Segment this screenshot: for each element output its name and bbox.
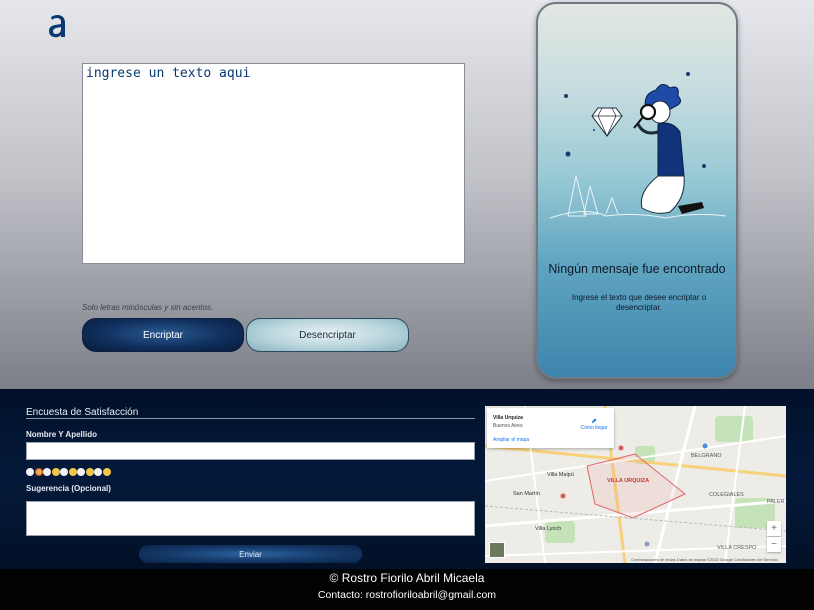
map-label: VILLA CRESPO [717,545,757,551]
rating-selector[interactable] [26,468,111,476]
rating-option-9[interactable] [94,468,102,476]
survey-title: Encuesta de Satisfacción [26,407,139,418]
map-label: San Martín [513,491,540,497]
rating-option-3[interactable] [43,468,51,476]
rating-option-6[interactable] [68,468,77,476]
map-directions-button[interactable]: ⬈ Cómo llegar [580,417,608,431]
map-label: VILLA URQUIZA [607,478,650,484]
author-credit: © Rostro Fiorilo Abril Micaela [329,571,485,585]
rating-option-4[interactable] [51,468,60,476]
rating-option-1[interactable] [26,468,34,476]
rating-option-7[interactable] [77,468,85,476]
map-attribution: Combinaciones de teclas Datos de mapas ©… [631,557,778,562]
map-zoom-in-button[interactable]: + [767,521,781,536]
contact-email: Contacto: rostrofioriloabril@gmail.com [317,589,497,601]
decrypt-button[interactable]: Desencriptar [246,318,409,352]
panel-title: Ningún mensaje fue encontrado [548,262,726,276]
alura-logo [49,15,65,38]
suggestion-field[interactable] [26,501,475,536]
rating-option-5[interactable] [60,468,68,476]
location-map[interactable]: Villa Urquiza Buenos Aires ⬈ Cómo llegar… [485,406,786,563]
map-label: PALER [767,499,785,505]
input-hint: Solo letras minúsculas y sin acentos. [82,303,214,312]
rating-option-2[interactable] [34,468,43,476]
map-layers-thumbnail[interactable] [489,542,505,558]
map-label: Villa Lynch [535,526,562,532]
survey-divider [26,418,475,419]
encrypt-button[interactable]: Encriptar [82,318,244,352]
rating-option-10[interactable] [102,468,111,476]
map-label: COLEGIALES [709,492,744,498]
submit-button[interactable]: Enviar [139,545,362,563]
map-label: BELGRANO [691,453,722,459]
suggestion-label: Sugerencia (Opcional) [26,484,111,493]
name-field[interactable] [26,442,475,460]
map-place-name: Villa Urquiza [493,415,523,421]
search-illustration [549,72,727,219]
name-label: Nombre Y Apellido [26,430,97,439]
map-enlarge-link[interactable]: Ampliar el mapa [493,437,529,443]
map-place-region: Buenos Aires [493,423,523,429]
directions-icon: ⬈ [591,418,597,425]
output-panel: Ningún mensaje fue encontrado Ingrese el… [536,2,738,379]
message-input[interactable] [82,63,465,264]
panel-subtitle: Ingrese el texto que desee encriptar o d… [571,293,707,312]
map-zoom-out-button[interactable]: − [767,537,781,552]
map-label: Villa Maipú [547,472,574,478]
map-place-card: Villa Urquiza Buenos Aires ⬈ Cómo llegar… [487,408,614,448]
rating-option-8[interactable] [85,468,94,476]
